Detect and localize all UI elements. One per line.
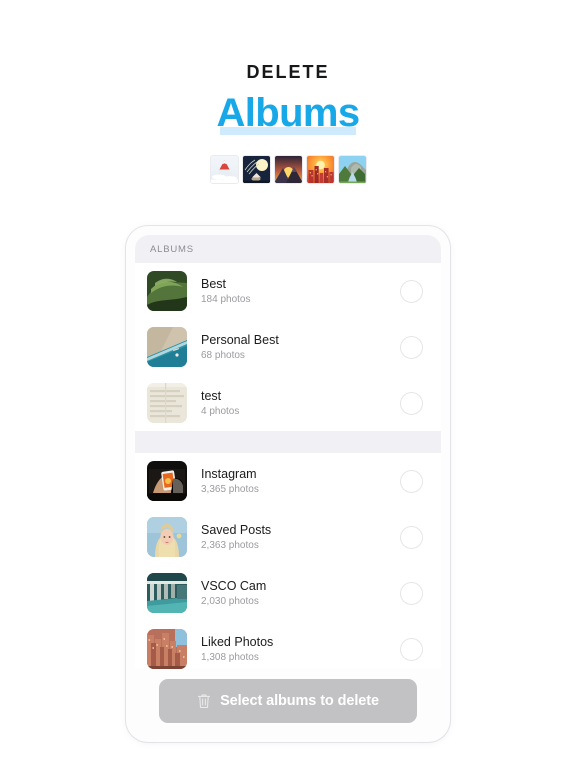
album-group-2: Instagram 3,365 photos Saved Posts 2,363…	[135, 453, 441, 677]
album-photo-count: 184 photos	[201, 293, 251, 305]
album-text: Instagram 3,365 photos	[187, 466, 400, 497]
album-photo-count: 3,365 photos	[201, 483, 259, 495]
list-item[interactable]: Instagram 3,365 photos	[135, 453, 441, 509]
albums-section-label: ALBUMS	[150, 243, 194, 255]
album-thumbnail-green-foliage	[147, 271, 187, 311]
album-photo-count: 68 photos	[201, 349, 245, 361]
list-item[interactable]: test 4 photos	[135, 375, 441, 431]
cta-dock: Select albums to delete	[135, 669, 441, 733]
album-title: Personal Best	[201, 332, 279, 347]
album-text: Saved Posts 2,363 photos	[187, 522, 400, 553]
album-photo-count: 1,308 photos	[201, 651, 259, 663]
album-group-separator	[135, 431, 441, 453]
trash-icon	[198, 694, 211, 708]
album-thumbnail-paper-document	[147, 383, 187, 423]
album-thumbnail-hand-holding-phone	[147, 461, 187, 501]
album-title: Saved Posts	[201, 522, 272, 537]
album-select-radio[interactable]	[400, 525, 423, 549]
album-title: test	[201, 388, 222, 403]
album-title: VSCO Cam	[201, 578, 267, 593]
album-text: Best 184 photos	[187, 276, 400, 307]
album-select-radio[interactable]	[400, 391, 423, 415]
album-title: Instagram	[201, 466, 257, 481]
promo-header: DELETE Albums	[0, 0, 576, 184]
album-photo-count: 2,030 photos	[201, 595, 259, 607]
album-text: Liked Photos 1,308 photos	[187, 634, 400, 665]
emoji-thumbnail-strip	[0, 155, 576, 184]
sunset-city-emoji	[305, 155, 335, 184]
mount-fuji-emoji	[209, 155, 239, 184]
list-item[interactable]: VSCO Cam 2,030 photos	[135, 565, 441, 621]
screenshot-canvas: DELETE Albums ALBUMS Best 184 photos Per…	[0, 0, 576, 768]
album-title: Liked Photos	[201, 634, 274, 649]
delete-albums-button[interactable]: Select albums to delete	[159, 679, 417, 723]
headline-wrap: Albums	[216, 90, 360, 136]
page-title: Albums	[216, 91, 360, 135]
albums-section-header: ALBUMS	[135, 235, 441, 263]
national-park-emoji	[337, 155, 367, 184]
album-thumbnail-blonde-portrait	[147, 517, 187, 557]
sunrise-over-mountains-emoji	[273, 155, 303, 184]
album-text: test 4 photos	[187, 388, 400, 419]
album-thumbnail-teal-architecture	[147, 573, 187, 613]
delete-albums-button-label: Select albums to delete	[220, 693, 379, 709]
album-photo-count: 4 photos	[201, 405, 240, 417]
list-item[interactable]: Best 184 photos	[135, 263, 441, 319]
album-select-radio[interactable]	[400, 637, 423, 661]
album-select-radio[interactable]	[400, 279, 423, 303]
list-item[interactable]: Saved Posts 2,363 photos	[135, 509, 441, 565]
album-thumbnail-terracotta-cityscape	[147, 629, 187, 669]
moon-viewing-ceremony-emoji	[241, 155, 271, 184]
app-screen: ALBUMS Best 184 photos Personal Best 68 …	[135, 235, 441, 733]
album-select-radio[interactable]	[400, 581, 423, 605]
list-item[interactable]: Personal Best 68 photos	[135, 319, 441, 375]
eyebrow-text: DELETE	[246, 62, 330, 82]
album-title: Best	[201, 276, 227, 291]
album-group-1: Best 184 photos Personal Best 68 photos …	[135, 263, 441, 431]
album-photo-count: 2,363 photos	[201, 539, 259, 551]
album-select-radio[interactable]	[400, 469, 423, 493]
album-text: VSCO Cam 2,030 photos	[187, 578, 400, 609]
album-select-radio[interactable]	[400, 335, 423, 359]
album-thumbnail-aerial-beach	[147, 327, 187, 367]
album-text: Personal Best 68 photos	[187, 332, 400, 363]
phone-mockup: ALBUMS Best 184 photos Personal Best 68 …	[126, 226, 450, 742]
